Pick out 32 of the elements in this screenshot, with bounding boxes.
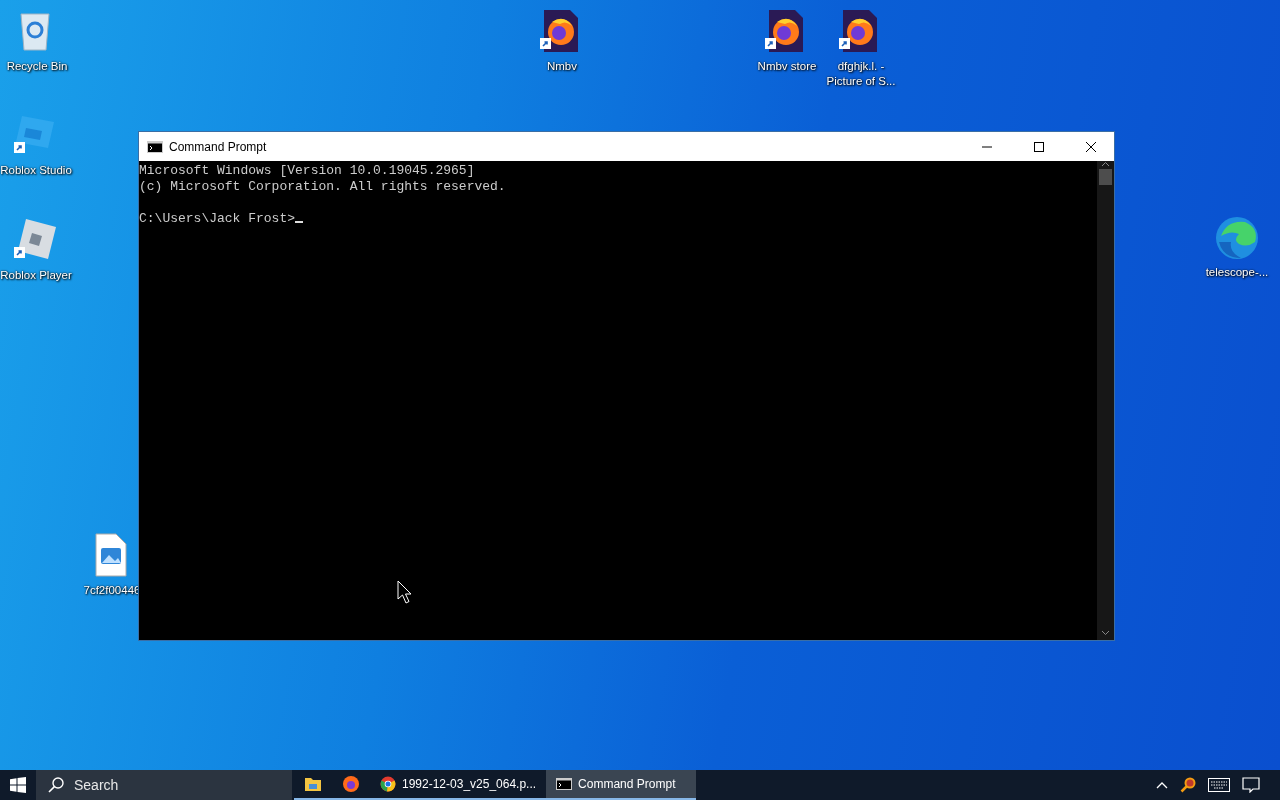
desktop-icon-label[interactable]: Roblox Studio: [0, 163, 72, 178]
maximize-icon: [1034, 141, 1044, 152]
desktop-icon-label[interactable]: dfghjk.l. - Picture of S...: [821, 59, 901, 89]
firefox-icon: [342, 775, 360, 793]
terminal-icon: [556, 778, 573, 790]
search-field[interactable]: Search: [36, 770, 292, 800]
edge-icon[interactable]: [1213, 214, 1261, 262]
window-title: Command Prompt: [169, 139, 268, 154]
console-text: Microsoft Windows [Version 10.0.19045.2965]: [139, 163, 475, 178]
desktop-icon-label[interactable]: 7cf2f00446: [83, 583, 141, 598]
desktop-icon-label[interactable]: Roblox Player: [0, 268, 72, 283]
taskbar-app-button[interactable]: Command Prompt: [546, 770, 697, 800]
close-icon: [1086, 141, 1096, 152]
chrome-icon: [380, 776, 396, 792]
console-text: C:\Users\Jack Frost>: [139, 211, 296, 226]
notification-icon[interactable]: [1242, 777, 1260, 793]
desktop-icon-label[interactable]: Recycle Bin: [6, 59, 68, 74]
chevron-up-icon[interactable]: [1156, 781, 1168, 789]
scroll-up-icon[interactable]: [1101, 161, 1110, 167]
taskbar-app-button[interactable]: 1992-12-03_v25_064.p...: [370, 770, 547, 800]
magnifier-icon[interactable]: [1180, 777, 1196, 793]
scrollbar-thumb[interactable]: [1099, 169, 1112, 185]
terminal-icon: [147, 140, 163, 153]
folder-icon: [304, 776, 322, 792]
console-text: (c) Microsoft Corporation. All rights reserved.: [139, 179, 506, 194]
desktop-icon-label[interactable]: Nmbv: [547, 59, 577, 74]
windows-logo-icon: [10, 777, 26, 793]
desktop-icon-label[interactable]: telescope-...: [1205, 265, 1269, 280]
desktop-icon-label[interactable]: Nmbv store: [757, 59, 817, 74]
scroll-down-icon[interactable]: [1101, 630, 1110, 636]
keyboard-icon[interactable]: [1208, 778, 1230, 792]
mouse-pointer-icon: [397, 580, 413, 604]
